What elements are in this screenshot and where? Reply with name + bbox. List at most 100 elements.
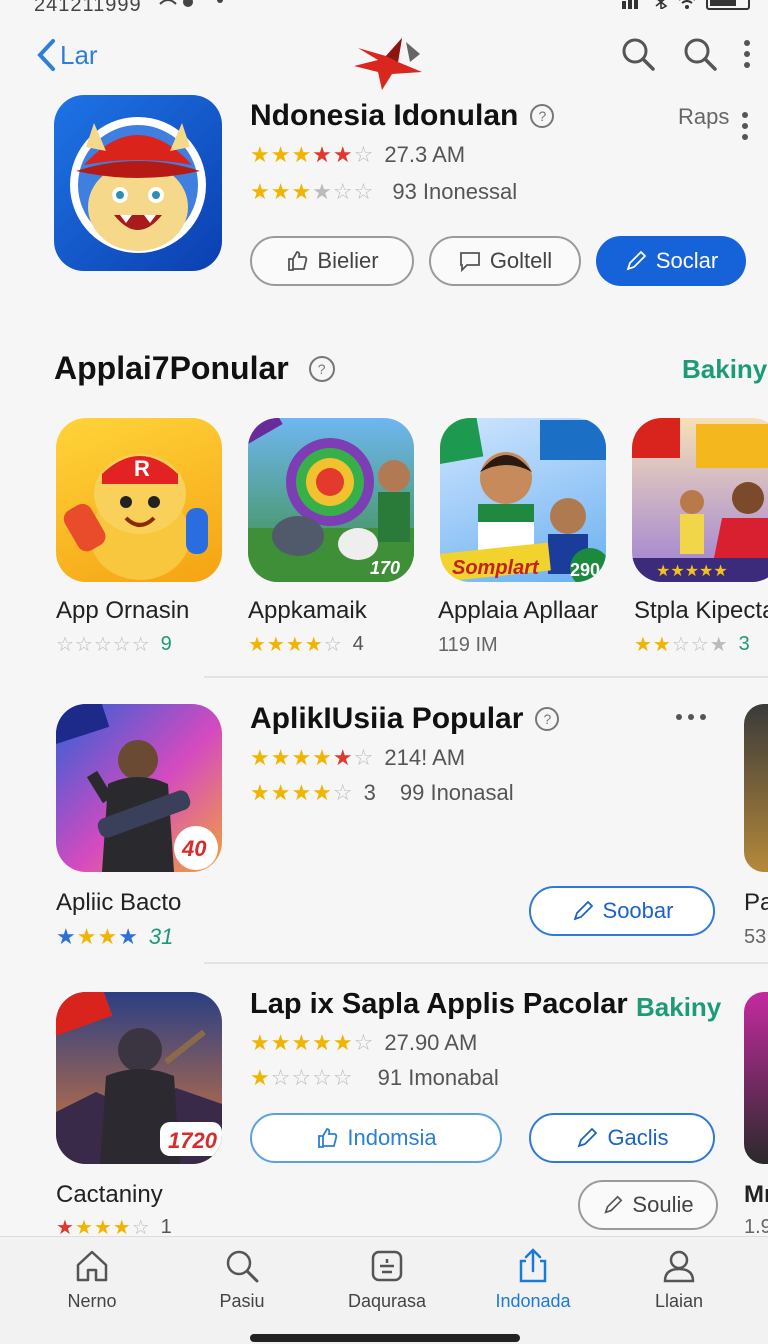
list2-extra-button[interactable]: Soulie	[578, 1180, 718, 1230]
pencil-icon	[626, 250, 647, 271]
peek-app-icon-1[interactable]	[744, 704, 768, 872]
carousel-rating-2: ★★★★☆ 4	[248, 633, 364, 656]
help-icon[interactable]: ?	[308, 355, 335, 382]
user-icon	[663, 1250, 695, 1283]
tab-updates[interactable]: Daqurasa	[327, 1247, 447, 1312]
home-icon	[76, 1250, 108, 1282]
svg-text:★★★★★: ★★★★★	[656, 561, 728, 580]
hero-right-label[interactable]: Raps	[678, 104, 729, 130]
star-rating-icon: ★★★★☆☆	[250, 179, 375, 204]
list-app-icon-2[interactable]: 1720	[56, 992, 222, 1164]
status-time: 241211999	[34, 0, 142, 16]
thumbs-up-icon	[318, 1128, 338, 1148]
star-rating-icon: ★★★★★☆	[250, 745, 375, 770]
signal-icon	[622, 0, 638, 9]
top-actions	[620, 36, 750, 72]
star-rating-icon: ★★★★☆	[248, 634, 343, 656]
svg-text:40: 40	[181, 836, 207, 861]
list-more-icon[interactable]	[676, 714, 706, 720]
list1-app-name[interactable]: Apliic Bacto	[56, 889, 181, 917]
carousel-app-name-3[interactable]: Applaia Apllaar	[438, 597, 598, 625]
hero-button-2[interactable]: Goltell	[429, 236, 581, 286]
help-icon[interactable]: ?	[535, 707, 560, 731]
home-indicator	[250, 1334, 520, 1342]
list1-subrating: ★★★★☆ 3 99 Inonasal	[250, 780, 514, 805]
share-icon	[519, 1248, 547, 1283]
search-icon-secondary[interactable]	[682, 36, 718, 72]
divider	[204, 962, 768, 964]
list2-app-name[interactable]: Cactaniny	[56, 1181, 163, 1209]
battery-icon	[706, 0, 750, 10]
brand-star-logo	[348, 36, 428, 97]
tab-search[interactable]: Pasiu	[182, 1247, 302, 1312]
list2-button-1[interactable]: Indomsia	[250, 1113, 502, 1163]
pencil-icon	[573, 900, 593, 921]
hero-title-text: Ndonesia Idonulan	[250, 99, 519, 132]
hero-more-icon[interactable]	[742, 112, 748, 140]
hero-button-3[interactable]: Soclar	[596, 236, 746, 286]
carousel-app-name-4[interactable]: Stpla Kipecta	[634, 597, 768, 625]
carousel-app-icon-1[interactable]: R	[56, 418, 222, 582]
list-item-title-1: AplikIUsiia Popular ?	[250, 702, 560, 736]
list1-action-button[interactable]: Soobar	[529, 886, 715, 936]
hero-app-title: Ndonesia Idonulan ?	[250, 99, 555, 133]
carousel-rating-4: ★★☆☆★ 3	[634, 633, 750, 656]
bottom-tab-bar: Nerno Pasiu Daqurasa Indonada Llaian	[0, 1236, 768, 1344]
calculator-icon	[371, 1250, 403, 1282]
pencil-icon	[604, 1195, 623, 1214]
star-rating-icon: ★☆☆☆☆	[250, 1065, 354, 1090]
list2-link[interactable]: Bakiny	[636, 992, 721, 1023]
bluetooth-icon	[655, 0, 668, 9]
chevron-left-icon	[37, 39, 55, 71]
carousel-rating-1: ☆☆☆☆☆ 9	[56, 633, 172, 656]
hero-button-1[interactable]: Bielier	[250, 236, 414, 286]
status-icons-right	[622, 0, 750, 10]
star-rating-icon: ☆☆☆☆☆	[56, 634, 151, 656]
thumbs-up-icon	[288, 251, 308, 271]
hero-app-icon[interactable]	[54, 95, 222, 271]
hero-rating-text: 27.3 AM	[384, 142, 466, 167]
wifi-icon	[679, 0, 695, 9]
status-icons-left	[158, 0, 228, 13]
tab-share[interactable]: Indonada	[473, 1247, 593, 1312]
svg-text:Somplart: Somplart	[452, 557, 540, 579]
more-options-icon[interactable]	[744, 40, 750, 68]
search-icon	[226, 1250, 259, 1283]
star-rating-icon: ★★☆☆★	[634, 634, 729, 656]
list-app-icon-1[interactable]: 40	[56, 704, 222, 872]
svg-text:290: 290	[570, 560, 600, 580]
divider	[204, 676, 768, 678]
chat-icon	[459, 252, 480, 273]
star-rating-icon: ★★★★★☆	[250, 142, 375, 167]
carousel-app-icon-3[interactable]: Somplart 290	[440, 418, 606, 582]
list2-button-2[interactable]: Gaclis	[529, 1113, 715, 1163]
hero-subrating: ★★★★☆☆ 93 Inonessal	[250, 179, 517, 205]
list1-icon-rating: ★★★★ 31	[56, 924, 174, 949]
svg-text:170: 170	[370, 558, 400, 578]
hero-subrating-text: 93 Inonessal	[392, 179, 518, 204]
carousel-app-meta-3: 119 IM	[438, 634, 498, 656]
tab-profile[interactable]: Llaian	[619, 1247, 739, 1312]
status-bar: 241211999	[0, 0, 768, 18]
star-rating-icon: ★★★★☆	[250, 780, 354, 805]
list2-rating: ★★★★★☆ 27.90 AM	[250, 1030, 478, 1055]
search-icon[interactable]	[620, 36, 656, 72]
peek-app-name-2[interactable]: Mı	[744, 1181, 768, 1209]
star-rating-icon: ★★★★★☆	[250, 1030, 375, 1055]
svg-text:1720: 1720	[168, 1128, 218, 1153]
carousel-app-name-2[interactable]: Appkamaik	[248, 597, 367, 625]
star-rating-icon: ★★★★	[56, 924, 139, 949]
carousel-app-icon-2[interactable]: 170	[248, 418, 414, 582]
carousel-app-name-1[interactable]: App Ornasin	[56, 597, 189, 625]
list2-subrating: ★☆☆☆☆ 91 Imonabal	[250, 1065, 499, 1090]
help-icon[interactable]: ?	[530, 104, 555, 128]
hero-rating: ★★★★★☆ 27.3 AM	[250, 142, 465, 168]
pencil-icon	[578, 1127, 598, 1148]
section-title: Applai7Ponular ?	[54, 350, 335, 387]
peek-app-name-1[interactable]: Pa	[744, 889, 768, 917]
tab-home[interactable]: Nerno	[32, 1247, 152, 1312]
section-see-all-link[interactable]: Bakiny	[682, 354, 767, 385]
carousel-app-icon-4[interactable]: ★★★★★	[632, 418, 768, 582]
back-button[interactable]: Lar	[36, 38, 98, 72]
peek-app-icon-2[interactable]	[744, 992, 768, 1164]
